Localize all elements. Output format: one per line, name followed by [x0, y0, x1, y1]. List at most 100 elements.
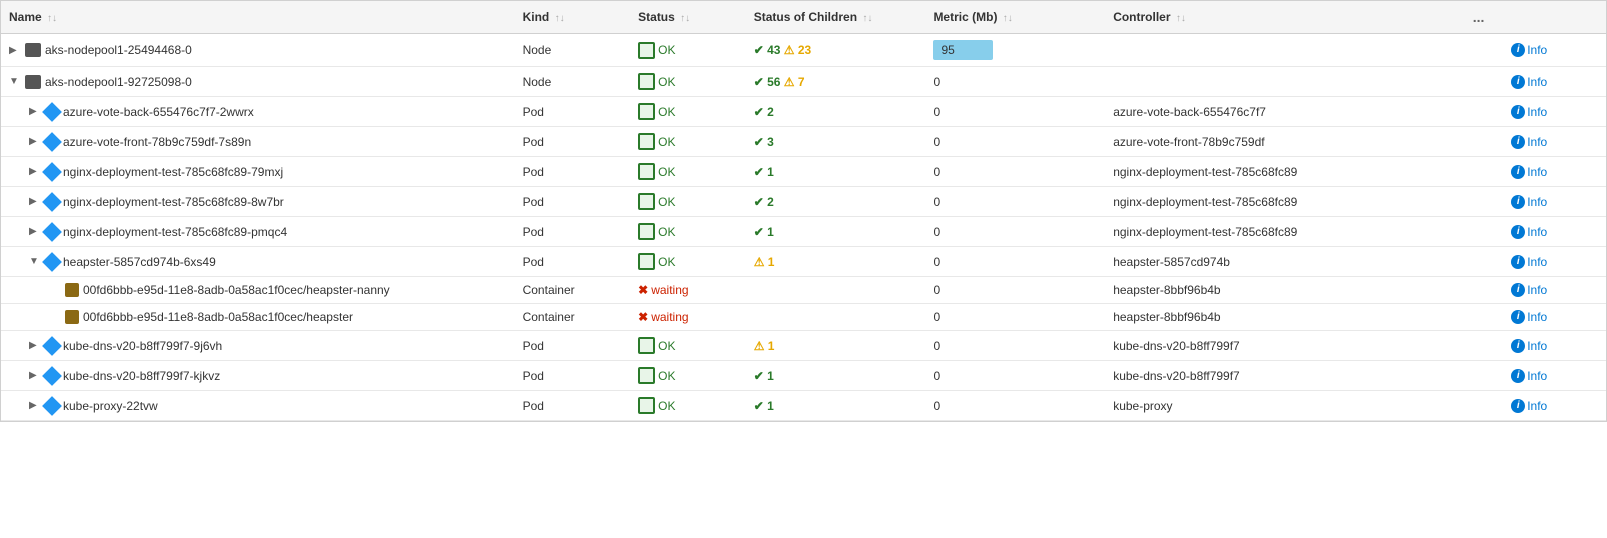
info-icon: i	[1511, 369, 1525, 383]
info-link[interactable]: i Info	[1511, 195, 1598, 209]
dots-cell	[1465, 217, 1504, 247]
info-link[interactable]: i Info	[1511, 165, 1598, 179]
status-ok: OK	[638, 337, 738, 354]
info-cell[interactable]: i Info	[1503, 187, 1606, 217]
info-label: Info	[1527, 105, 1547, 119]
sort-icon-kind: ↑↓	[555, 13, 565, 24]
dots-cell	[1465, 247, 1504, 277]
col-header-name[interactable]: Name ↑↓	[1, 1, 515, 34]
expand-arrow[interactable]: ▶	[29, 400, 41, 411]
expand-arrow[interactable]: ▶	[9, 45, 21, 56]
controller-value: nginx-deployment-test-785c68fc89	[1113, 165, 1297, 179]
info-cell[interactable]: i Info	[1503, 361, 1606, 391]
name-cell: ▶ kube-dns-v20-b8ff799f7-kjkvz	[1, 361, 515, 391]
info-link[interactable]: i Info	[1511, 369, 1598, 383]
children-cell: ✔ 43 ⚠ 23	[746, 34, 926, 67]
ok-label: OK	[658, 43, 675, 57]
dots-cell	[1465, 34, 1504, 67]
info-link[interactable]: i Info	[1511, 43, 1598, 57]
x-mark-icon: ✖	[638, 310, 648, 324]
info-link[interactable]: i Info	[1511, 225, 1598, 239]
resource-name: heapster-5857cd974b-6xs49	[63, 255, 216, 269]
dots-cell	[1465, 361, 1504, 391]
col-header-kind[interactable]: Kind ↑↓	[515, 1, 631, 34]
table-row: ▶ nginx-deployment-test-785c68fc89-pmqc4…	[1, 217, 1606, 247]
metric-cell: 0	[925, 97, 1105, 127]
children-cell: ⚠ 1	[746, 247, 926, 277]
status-ok: OK	[638, 367, 738, 384]
info-cell[interactable]: i Info	[1503, 304, 1606, 331]
info-link[interactable]: i Info	[1511, 105, 1598, 119]
col-header-controller[interactable]: Controller ↑↓	[1105, 1, 1465, 34]
expand-arrow[interactable]: ▶	[29, 226, 41, 237]
resource-name: azure-vote-back-655476c7f7-2wwrx	[63, 105, 254, 119]
info-link[interactable]: i Info	[1511, 283, 1598, 297]
info-cell[interactable]: i Info	[1503, 217, 1606, 247]
controller-cell: kube-proxy	[1105, 391, 1465, 421]
children-warn-count: ⚠ 1	[754, 339, 775, 353]
controller-cell	[1105, 67, 1465, 97]
info-cell[interactable]: i Info	[1503, 34, 1606, 67]
expand-arrow[interactable]: ▶	[29, 166, 41, 177]
children-cell: ✔ 3	[746, 127, 926, 157]
kind-value: Pod	[523, 195, 544, 209]
kind-value: Pod	[523, 339, 544, 353]
resource-name: aks-nodepool1-25494468-0	[45, 43, 192, 57]
kind-cell: Pod	[515, 187, 631, 217]
info-link[interactable]: i Info	[1511, 75, 1598, 89]
info-cell[interactable]: i Info	[1503, 97, 1606, 127]
info-label: Info	[1527, 43, 1547, 57]
status-cell: OK	[630, 34, 746, 67]
controller-value: azure-vote-front-78b9c759df	[1113, 135, 1264, 149]
info-label: Info	[1527, 225, 1547, 239]
collapse-arrow[interactable]: ▼	[9, 76, 21, 87]
info-link[interactable]: i Info	[1511, 255, 1598, 269]
expand-arrow[interactable]: ▶	[29, 106, 41, 117]
metric-cell: 95	[925, 34, 1105, 67]
info-link[interactable]: i Info	[1511, 399, 1598, 413]
children-warn-count: ⚠ 1	[754, 255, 775, 269]
metric-value: 0	[933, 283, 940, 297]
expand-arrow[interactable]: ▶	[29, 196, 41, 207]
info-icon: i	[1511, 310, 1525, 324]
info-link[interactable]: i Info	[1511, 310, 1598, 324]
info-label: Info	[1527, 339, 1547, 353]
metric-cell: 0	[925, 127, 1105, 157]
info-cell[interactable]: i Info	[1503, 277, 1606, 304]
controller-cell: azure-vote-back-655476c7f7	[1105, 97, 1465, 127]
metric-cell: 0	[925, 67, 1105, 97]
children-cell	[746, 304, 926, 331]
resource-name: aks-nodepool1-92725098-0	[45, 75, 192, 89]
status-ok: OK	[638, 253, 738, 270]
info-cell[interactable]: i Info	[1503, 247, 1606, 277]
metric-value: 0	[933, 195, 940, 209]
info-cell[interactable]: i Info	[1503, 67, 1606, 97]
expand-arrow[interactable]: ▶	[29, 136, 41, 147]
sort-icon-status: ↑↓	[680, 13, 690, 24]
info-cell[interactable]: i Info	[1503, 331, 1606, 361]
info-link[interactable]: i Info	[1511, 339, 1598, 353]
kind-cell: Pod	[515, 247, 631, 277]
table-row: ▶ azure-vote-front-78b9c759df-7s89n Pod …	[1, 127, 1606, 157]
expand-arrow[interactable]: ▶	[29, 340, 41, 351]
ok-label: OK	[658, 369, 675, 383]
dots-cell	[1465, 331, 1504, 361]
resource-name: kube-dns-v20-b8ff799f7-kjkvz	[63, 369, 220, 383]
info-icon: i	[1511, 255, 1525, 269]
children-ok-count: ✔ 1	[754, 399, 774, 413]
info-link[interactable]: i Info	[1511, 135, 1598, 149]
dots-cell	[1465, 127, 1504, 157]
collapse-arrow[interactable]: ▼	[29, 256, 41, 267]
metric-cell: 0	[925, 217, 1105, 247]
info-cell[interactable]: i Info	[1503, 157, 1606, 187]
col-header-metric[interactable]: Metric (Mb) ↑↓	[925, 1, 1105, 34]
name-cell: ▶ 00fd6bbb-e95d-11e8-8adb-0a58ac1f0cec/h…	[1, 277, 515, 304]
info-cell[interactable]: i Info	[1503, 127, 1606, 157]
info-cell[interactable]: i Info	[1503, 391, 1606, 421]
ok-label: OK	[658, 255, 675, 269]
controller-value: nginx-deployment-test-785c68fc89	[1113, 195, 1297, 209]
expand-arrow[interactable]: ▶	[29, 370, 41, 381]
info-icon: i	[1511, 339, 1525, 353]
col-header-status[interactable]: Status ↑↓	[630, 1, 746, 34]
col-header-children[interactable]: Status of Children ↑↓	[746, 1, 926, 34]
